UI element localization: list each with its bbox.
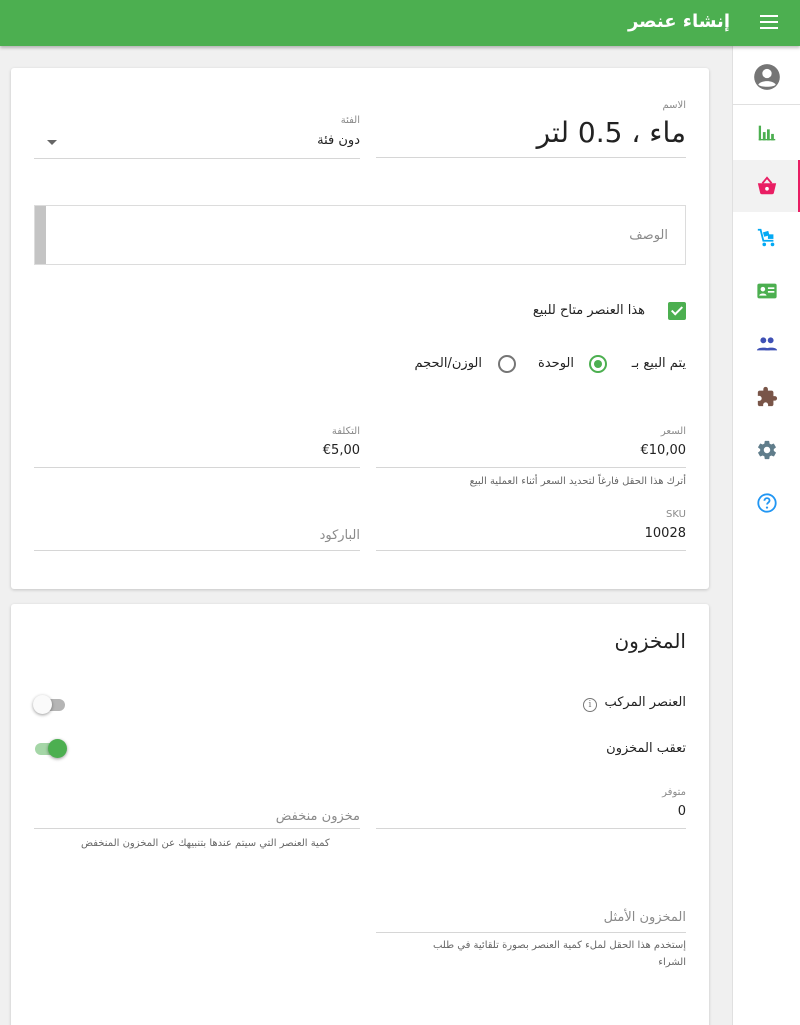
optimal-stock-underline (376, 932, 686, 933)
optimal-stock-placeholder: المخزون الأمثل (603, 910, 686, 925)
sold-by-each-radio[interactable] (589, 355, 607, 373)
in-stock-label: متوفر (662, 787, 686, 798)
sidebar-item-settings[interactable] (733, 424, 800, 476)
sidebar-item-employees[interactable] (733, 318, 800, 370)
optimal-stock-hint-line1: إستخدم هذا الحقل لملء كمية العنصر بصورة … (432, 940, 686, 951)
price-label: السعر (660, 426, 686, 437)
info-icon[interactable]: i (583, 698, 597, 712)
name-underline (376, 157, 686, 158)
low-stock-field[interactable]: مخزون منخفض (34, 785, 360, 830)
inventory-card: المخزون العنصر المركب i تعقب المخزون متو… (11, 604, 709, 1025)
sidebar-item-reports[interactable] (733, 107, 800, 159)
description-textarea[interactable]: الوصف (34, 205, 686, 265)
in-stock-field[interactable]: متوفر 0 (376, 785, 686, 830)
sku-label: SKU (666, 509, 686, 520)
barcode-field[interactable]: الباركود (34, 507, 360, 552)
category-value: دون فئة (317, 133, 360, 148)
in-stock-underline (376, 828, 686, 829)
resize-handle[interactable] (35, 206, 46, 264)
sku-underline (376, 550, 686, 551)
sidebar-item-apps[interactable] (733, 371, 800, 423)
sidebar-item-help[interactable] (733, 477, 800, 529)
composite-item-label: العنصر المركب (604, 695, 686, 710)
low-stock-hint: كمية العنصر التي سيتم عندها بتنبيهك عن ا… (81, 838, 330, 849)
cost-value: €5,00 (322, 443, 360, 458)
puzzle-icon (757, 386, 778, 407)
sold-by-weight-label: الوزن/الحجم (414, 356, 482, 371)
barcode-underline (34, 550, 360, 551)
available-for-sale-label: هذا العنصر متاح للبيع (532, 303, 645, 318)
barcode-placeholder: الباركود (319, 528, 360, 543)
sku-field[interactable]: SKU 10028 (376, 507, 686, 552)
sold-by-each-label: الوحدة (538, 356, 574, 371)
sidebar-item-account[interactable] (733, 51, 800, 103)
sold-by-weight-radio[interactable] (498, 355, 516, 373)
track-stock-label: تعقب المخزون (606, 741, 686, 756)
name-label: الاسم (662, 100, 686, 111)
menu-icon[interactable] (760, 15, 778, 31)
name-field[interactable]: الاسم ماء ، 0.5 لتر (376, 98, 686, 160)
category-select[interactable]: الفئة دون فئة (34, 113, 360, 160)
contact-card-icon (757, 283, 777, 299)
description-placeholder: الوصف (629, 228, 668, 243)
in-stock-value: 0 (677, 804, 686, 819)
sidebar-item-customers[interactable] (733, 265, 800, 317)
sidebar-item-purchase[interactable] (733, 212, 800, 264)
cart-icon (757, 228, 775, 247)
name-value: ماء ، 0.5 لتر (536, 116, 686, 149)
chevron-down-icon (47, 140, 57, 145)
sidebar-divider (733, 104, 800, 105)
gear-icon (758, 440, 776, 460)
track-stock-toggle[interactable] (33, 738, 67, 758)
price-value: €10,00 (640, 443, 687, 458)
price-field[interactable]: السعر €10,00 (376, 424, 686, 469)
cost-underline (34, 467, 360, 468)
bar-chart-icon (758, 125, 776, 141)
category-underline (34, 158, 360, 159)
cost-field[interactable]: التكلفة €5,00 (34, 424, 360, 469)
help-icon (757, 493, 777, 513)
account-circle-icon (754, 64, 780, 90)
sidebar-item-items[interactable] (733, 160, 800, 212)
app-bar: إنشاء عنصر (0, 0, 800, 46)
cost-label: التكلفة (331, 426, 360, 437)
available-for-sale-checkbox[interactable] (668, 302, 686, 320)
low-stock-underline (34, 828, 360, 829)
sold-by-label: يتم البيع بـ (631, 356, 686, 371)
sidebar (732, 46, 800, 1025)
composite-item-toggle[interactable] (33, 694, 67, 714)
optimal-stock-field[interactable]: المخزون الأمثل (376, 894, 686, 934)
people-icon (756, 337, 778, 351)
low-stock-placeholder: مخزون منخفض (275, 809, 360, 824)
inventory-title: المخزون (614, 629, 686, 653)
optimal-stock-hint-line2: الشراء (658, 957, 686, 968)
page-title: إنشاء عنصر (627, 11, 730, 32)
item-details-card: الاسم ماء ، 0.5 لتر الفئة دون فئة الوصف … (11, 68, 709, 589)
price-underline (376, 467, 686, 468)
sku-value: 10028 (644, 526, 686, 541)
price-hint: أترك هذا الحقل فارغاً لتحديد السعر أثناء… (469, 476, 686, 487)
basket-icon (757, 176, 777, 195)
category-label: الفئة (340, 115, 360, 126)
